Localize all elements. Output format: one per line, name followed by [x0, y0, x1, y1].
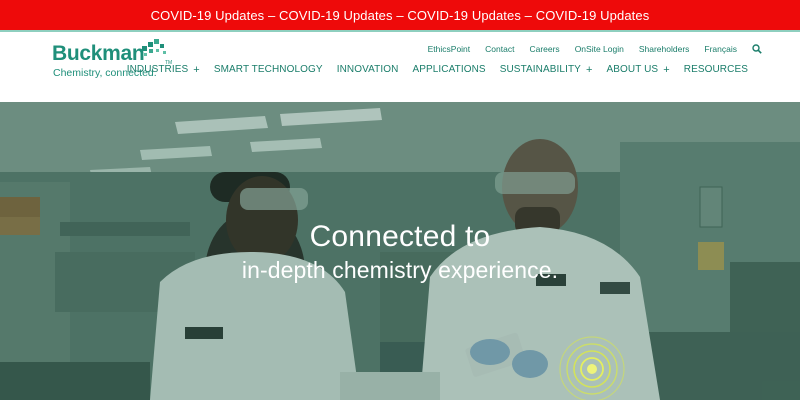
util-link-careers[interactable]: Careers — [529, 44, 559, 54]
pulse-target-icon — [559, 336, 625, 400]
expand-plus-icon: + — [193, 63, 200, 76]
util-link-francais[interactable]: Français — [704, 44, 737, 54]
nav-industries-label: INDUSTRIES — [126, 64, 189, 75]
nav-sustainability-label: SUSTAINABILITY — [499, 64, 581, 75]
nav-about-us[interactable]: ABOUT US + — [606, 64, 669, 75]
covid-updates-banner[interactable]: COVID-19 Updates – COVID-19 Updates – CO… — [0, 0, 800, 30]
util-link-contact[interactable]: Contact — [485, 44, 514, 54]
nav-resources[interactable]: RESOURCES — [684, 64, 748, 75]
nav-applications-label: APPLICATIONS — [412, 64, 486, 75]
hero-subheadline: in-depth chemistry experience. — [0, 257, 800, 284]
nav-sustainability[interactable]: SUSTAINABILITY + — [500, 64, 593, 75]
main-nav: INDUSTRIES + SMART TECHNOLOGY INNOVATION… — [113, 64, 748, 75]
utility-nav: EthicsPoint Contact Careers OnSite Login… — [428, 44, 762, 54]
nav-innovation[interactable]: INNOVATION — [337, 64, 399, 75]
logo-wordmark: Buckman — [52, 42, 145, 65]
molecule-icon — [142, 39, 166, 56]
nav-smart-technology-label: SMART TECHNOLOGY — [213, 64, 323, 75]
expand-plus-icon: + — [663, 63, 670, 76]
nav-smart-technology[interactable]: SMART TECHNOLOGY — [214, 64, 323, 75]
nav-applications[interactable]: APPLICATIONS — [412, 64, 485, 75]
hero-subheadline-text: in-depth chemistry experience. — [241, 257, 559, 283]
site-header: Buckman TM Chemistry, connected. EthicsP… — [0, 32, 800, 102]
hero-headline: Connected to — [0, 220, 800, 254]
util-link-shareholders[interactable]: Shareholders — [639, 44, 690, 54]
util-link-onsite-login[interactable]: OnSite Login — [575, 44, 624, 54]
covid-banner-text[interactable]: COVID-19 Updates – COVID-19 Updates – CO… — [151, 8, 650, 23]
nav-innovation-label: INNOVATION — [336, 64, 399, 75]
nav-industries[interactable]: INDUSTRIES + — [127, 64, 200, 75]
nav-about-us-label: ABOUT US — [606, 64, 659, 75]
hero-banner: Connected to in-depth chemistry experien… — [0, 102, 800, 400]
util-link-ethicspoint[interactable]: EthicsPoint — [428, 44, 471, 54]
search-icon[interactable] — [752, 44, 762, 54]
nav-resources-label: RESOURCES — [683, 64, 748, 75]
expand-plus-icon: + — [585, 63, 593, 76]
hero-headline-text: Connected to — [309, 220, 491, 253]
